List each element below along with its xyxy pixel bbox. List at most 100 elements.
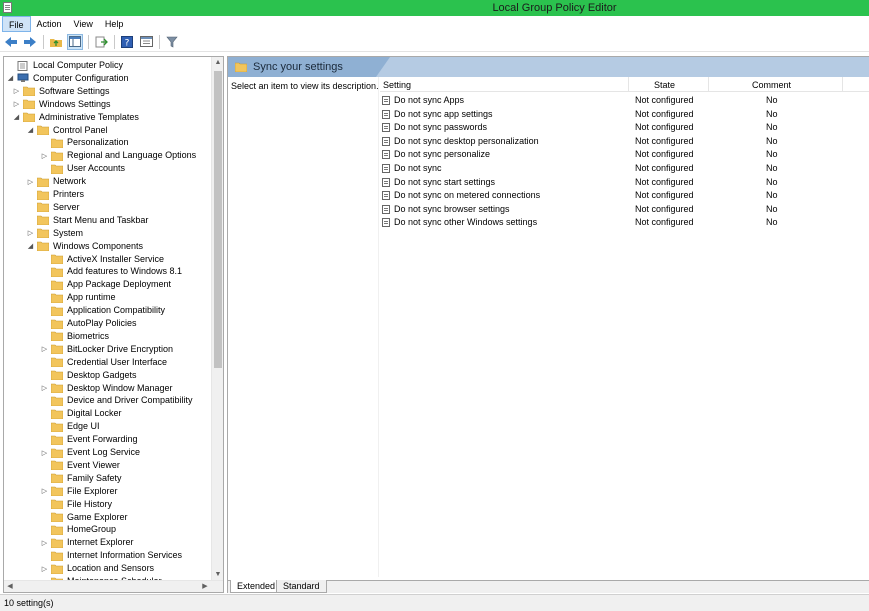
forward-arrow-icon[interactable] — [22, 34, 38, 50]
setting-name: Do not sync desktop personalization — [394, 135, 539, 146]
collapsed-arrow-icon[interactable]: ▷ — [40, 345, 49, 354]
collapsed-arrow-icon[interactable]: ▷ — [26, 229, 35, 238]
setting-row[interactable]: Do not sync passwords Not configured No — [380, 121, 869, 134]
setting-row[interactable]: Do not sync Not configured No — [380, 162, 869, 175]
tree-item[interactable]: Family Safety — [4, 472, 212, 485]
tree-item[interactable]: ▷ Software Settings — [4, 85, 212, 98]
collapsed-arrow-icon[interactable]: ▷ — [12, 100, 21, 109]
tree-item[interactable]: Game Explorer — [4, 511, 212, 524]
tab-extended[interactable]: Extended — [230, 580, 283, 593]
show-hide-tree-icon[interactable] — [67, 33, 83, 50]
folder-icon — [51, 280, 63, 290]
column-divider[interactable] — [628, 77, 629, 92]
column-header-setting[interactable]: Setting — [383, 80, 411, 90]
folder-icon — [235, 62, 247, 72]
tree-item[interactable]: Add features to Windows 8.1 — [4, 265, 212, 278]
tree-item[interactable]: ▷ Network — [4, 175, 212, 188]
setting-row[interactable]: Do not sync other Windows settings Not co… — [380, 216, 869, 229]
tree-item[interactable]: Credential User Interface — [4, 356, 212, 369]
tree-item[interactable]: App Package Deployment — [4, 278, 212, 291]
scroll-thumb[interactable] — [214, 71, 222, 368]
expanded-arrow-icon[interactable]: ◢ — [6, 74, 15, 83]
tree-item[interactable]: ▷ Regional and Language Options — [4, 149, 212, 162]
tree-item[interactable]: ▷ Windows Settings — [4, 98, 212, 111]
tree-item[interactable]: ▷ System — [4, 227, 212, 240]
tree-horizontal-scrollbar[interactable]: ◀ ▶ — [4, 580, 223, 592]
tree-item[interactable]: Edge UI — [4, 420, 212, 433]
tree-item[interactable]: Device and Driver Compatibility — [4, 394, 212, 407]
tree-item[interactable]: Printers — [4, 188, 212, 201]
scroll-right-icon[interactable]: ▶ — [199, 581, 211, 592]
collapsed-arrow-icon[interactable]: ▷ — [40, 448, 49, 457]
tree-item[interactable]: Event Forwarding — [4, 433, 212, 446]
collapsed-arrow-icon[interactable]: ▷ — [12, 87, 21, 96]
tree-item[interactable]: Internet Information Services — [4, 549, 212, 562]
menu-view[interactable]: View — [68, 16, 99, 32]
tree-item[interactable]: ▷ BitLocker Drive Encryption — [4, 343, 212, 356]
collapsed-arrow-icon[interactable]: ▷ — [40, 564, 49, 573]
tree-item[interactable]: App runtime — [4, 291, 212, 304]
column-header-state[interactable]: State — [654, 80, 675, 90]
tree-item[interactable]: User Accounts — [4, 162, 212, 175]
tree-item[interactable]: ◢ Administrative Templates — [4, 111, 212, 124]
setting-row[interactable]: Do not sync on metered connections Not co… — [380, 189, 869, 202]
tree-item[interactable]: ◢ Windows Components — [4, 240, 212, 253]
tree-item[interactable]: ▷ Event Log Service — [4, 446, 212, 459]
up-folder-icon[interactable] — [48, 34, 64, 50]
tree-item[interactable]: Biometrics — [4, 330, 212, 343]
menu-file[interactable]: File — [2, 16, 31, 32]
tree-item[interactable]: File History — [4, 498, 212, 511]
expanded-arrow-icon[interactable]: ◢ — [12, 113, 21, 122]
setting-row[interactable]: Do not sync desktop personalization Not c… — [380, 135, 869, 148]
tree-item-label: Personalization — [67, 137, 129, 148]
tree-item[interactable]: Desktop Gadgets — [4, 369, 212, 382]
setting-row[interactable]: Do not sync Apps Not configured No — [380, 94, 869, 107]
collapsed-arrow-icon[interactable]: ▷ — [40, 487, 49, 496]
collapsed-arrow-icon[interactable]: ▷ — [40, 384, 49, 393]
tree-item[interactable]: ActiveX Installer Service — [4, 253, 212, 266]
tree-item[interactable]: Server — [4, 201, 212, 214]
tree-item-label: Printers — [53, 189, 85, 199]
properties-icon[interactable] — [138, 34, 154, 50]
tree-item[interactable]: HomeGroup — [4, 523, 212, 536]
scroll-left-icon[interactable]: ◀ — [4, 581, 16, 592]
filter-icon[interactable] — [164, 34, 180, 50]
setting-row[interactable]: Do not sync start settings Not configured… — [380, 176, 869, 189]
tree-item[interactable]: Personalization — [4, 136, 212, 149]
tree-item[interactable]: Start Menu and Taskbar — [4, 214, 212, 227]
menu-action[interactable]: Action — [31, 16, 68, 32]
setting-comment: No — [766, 176, 778, 187]
column-divider[interactable] — [842, 77, 843, 92]
tree-item[interactable]: Local Computer Policy — [4, 59, 212, 72]
tree-item[interactable]: ▷ Desktop Window Manager — [4, 382, 212, 395]
setting-row[interactable]: Do not sync personalize Not configured No — [380, 148, 869, 161]
expanded-arrow-icon[interactable]: ◢ — [26, 126, 35, 135]
setting-row[interactable]: Do not sync app settings Not configured No — [380, 108, 869, 121]
tree-vertical-scrollbar[interactable]: ▲ ▼ — [211, 57, 223, 581]
scroll-up-icon[interactable]: ▲ — [212, 57, 223, 69]
collapsed-arrow-icon[interactable]: ▷ — [40, 151, 49, 160]
menu-help[interactable]: Help — [99, 16, 130, 32]
collapsed-arrow-icon[interactable]: ▷ — [40, 538, 49, 547]
svg-text:?: ? — [125, 38, 130, 48]
tree-item[interactable]: ▷ File Explorer — [4, 485, 212, 498]
column-header-comment[interactable]: Comment — [752, 80, 791, 90]
tree-item[interactable]: ▷ Internet Explorer — [4, 536, 212, 549]
tree-item[interactable]: ▷ Location and Sensors — [4, 562, 212, 575]
tree-item[interactable]: Digital Locker — [4, 407, 212, 420]
expanded-arrow-icon[interactable]: ◢ — [26, 242, 35, 251]
setting-row[interactable]: Do not sync browser settings Not configur… — [380, 203, 869, 216]
collapsed-arrow-icon[interactable]: ▷ — [26, 177, 35, 186]
tree-item[interactable]: ◢ Control Panel — [4, 124, 212, 137]
tab-standard[interactable]: Standard — [276, 580, 327, 593]
tree-item[interactable]: AutoPlay Policies — [4, 317, 212, 330]
setting-icon — [382, 136, 390, 146]
tree-item[interactable]: Event Viewer — [4, 459, 212, 472]
column-divider[interactable] — [708, 77, 709, 92]
help-icon[interactable]: ? — [119, 34, 135, 50]
tree-item[interactable]: Application Compatibility — [4, 304, 212, 317]
computer-icon — [17, 73, 29, 83]
tree-item[interactable]: ◢ Computer Configuration — [4, 72, 212, 85]
back-arrow-icon[interactable] — [3, 34, 19, 50]
export-list-icon[interactable] — [93, 34, 109, 50]
